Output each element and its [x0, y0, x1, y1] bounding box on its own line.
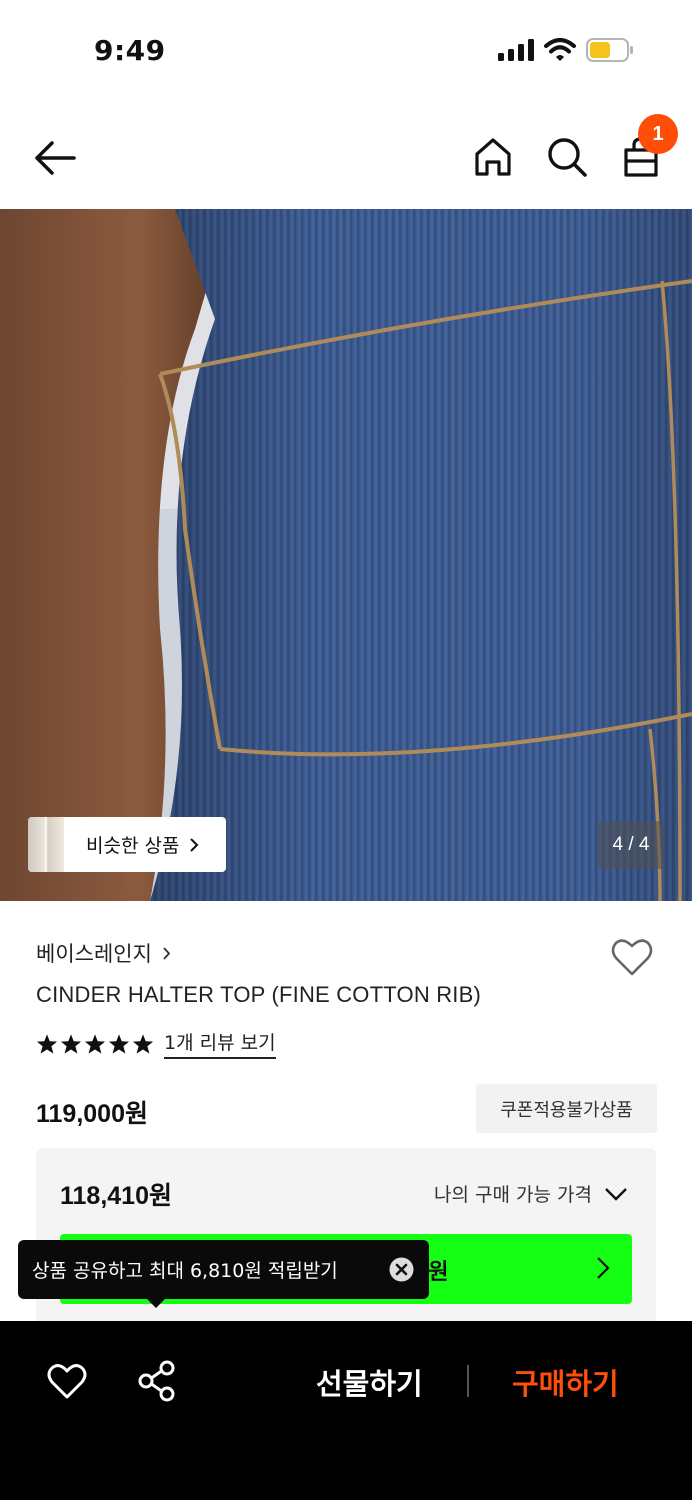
cart-count-badge: 1 [638, 114, 678, 154]
review-link[interactable]: 1개 리뷰 보기 [164, 1028, 276, 1059]
status-icons [498, 38, 634, 62]
product-price: 119,000원 [36, 1100, 148, 1128]
my-price-panel: 118,410원 나의 구매 가능 가격 0원 [36, 1148, 656, 1328]
brand-link[interactable]: 베이스레인지 [36, 938, 171, 968]
chevron-right-icon [597, 1257, 610, 1279]
action-divider [467, 1365, 469, 1397]
star-icon [60, 1033, 82, 1054]
back-arrow-icon[interactable] [32, 136, 80, 180]
similar-products-label: 비슷한 상품 [86, 835, 180, 857]
buy-button[interactable]: 구매하기 [512, 1361, 619, 1403]
coupon-not-applicable-badge: 쿠폰적용불가상품 [476, 1084, 657, 1133]
bottom-action-bar: 선물하기 구매하기 [0, 1321, 692, 1500]
my-price-toggle[interactable]: 나의 구매 가능 가격 [434, 1180, 628, 1207]
similar-products-button[interactable]: 비슷한 상품 [28, 817, 226, 872]
search-icon[interactable] [544, 134, 590, 180]
my-price-value: 118,410원 [60, 1182, 172, 1210]
rating-stars [36, 1033, 154, 1055]
home-icon[interactable] [470, 134, 516, 180]
chevron-right-icon [163, 946, 171, 960]
similar-product-thumbnail [28, 817, 64, 872]
share-reward-tooltip: 상품 공유하고 최대 6,810원 적립받기 [18, 1240, 429, 1299]
wifi-icon [544, 38, 576, 61]
share-icon[interactable] [136, 1359, 178, 1403]
heart-icon[interactable] [46, 1361, 88, 1401]
close-icon[interactable] [389, 1257, 414, 1282]
battery-icon [586, 38, 633, 62]
rating-row: 1개 리뷰 보기 [36, 1028, 276, 1059]
nav-bar [0, 100, 692, 210]
tooltip-text: 상품 공유하고 최대 6,810원 적립받기 [32, 1260, 338, 1282]
status-bar: 9:49 [0, 0, 692, 100]
product-title: CINDER HALTER TOP (FINE COTTON RIB) [36, 982, 482, 1007]
my-price-toggle-label: 나의 구매 가능 가격 [434, 1184, 592, 1206]
star-icon [36, 1033, 58, 1054]
image-counter: 4 / 4 [598, 821, 664, 869]
wishlist-heart-icon[interactable] [610, 936, 654, 978]
gift-button[interactable]: 선물하기 [316, 1361, 423, 1403]
product-image[interactable] [0, 209, 692, 901]
chevron-down-icon [605, 1187, 627, 1201]
signal-icon [498, 39, 534, 61]
star-icon [84, 1033, 106, 1054]
tooltip-arrow [146, 1298, 166, 1308]
brand-name: 베이스레인지 [36, 942, 152, 966]
star-icon [132, 1033, 154, 1054]
product-photo [0, 209, 692, 901]
status-time: 9:49 [94, 34, 166, 67]
chevron-right-icon [190, 837, 199, 852]
star-icon [108, 1033, 130, 1054]
